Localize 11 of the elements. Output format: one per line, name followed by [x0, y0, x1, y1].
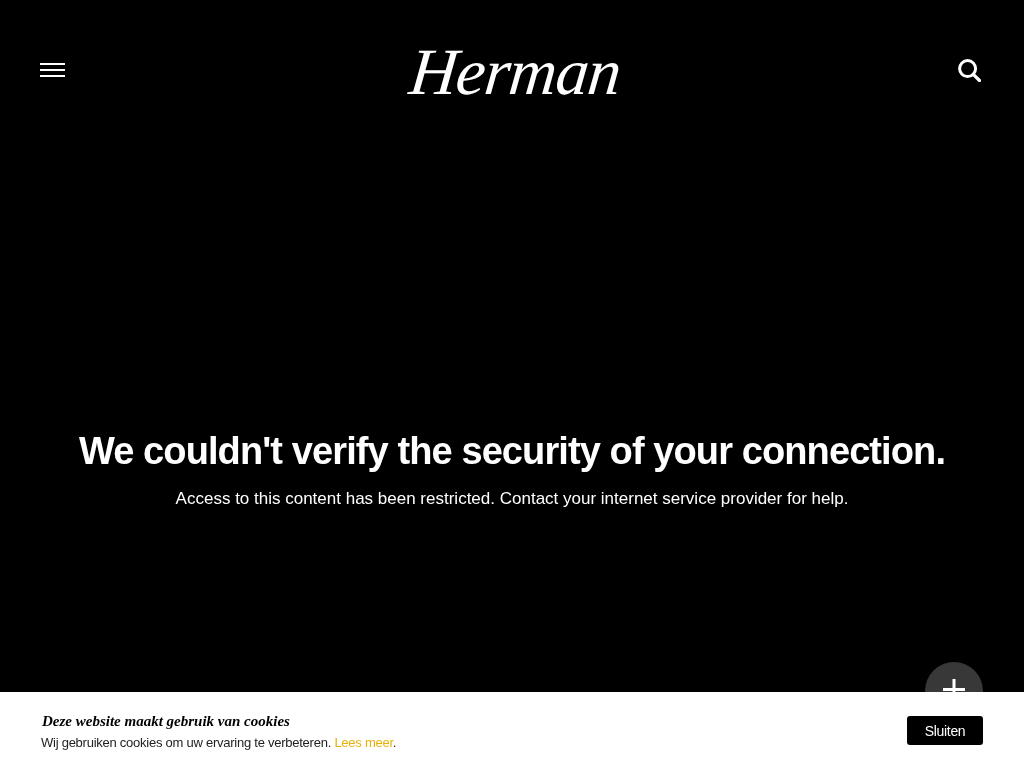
- menu-icon: [40, 63, 65, 77]
- menu-button[interactable]: [40, 63, 65, 77]
- site-logo[interactable]: Herman: [406, 39, 625, 105]
- cookie-text: Wij gebruiken cookies om uw ervaring te verbeteren. Lees meer.: [41, 735, 397, 751]
- plus-button[interactable]: [925, 662, 983, 692]
- search-button[interactable]: [958, 58, 981, 82]
- error-heading: We couldn't verify the security of your connection.: [78, 429, 946, 474]
- error-message: Access to this content has been restricted. Contact your internet service provider for help.: [175, 489, 849, 509]
- close-button[interactable]: Sluiten: [907, 716, 983, 745]
- search-icon: [958, 58, 981, 82]
- cookie-title: Deze website maakt gebruik van cookies: [42, 712, 291, 730]
